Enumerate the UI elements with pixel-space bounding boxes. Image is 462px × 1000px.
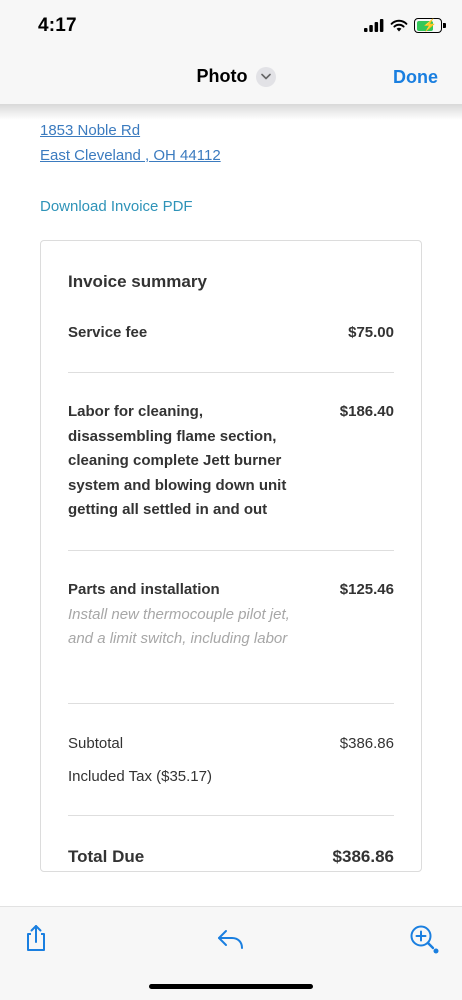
status-time: 4:17: [38, 15, 77, 36]
line-item-description: Install new thermocouple pilot jet, and …: [68, 605, 290, 648]
divider: [68, 372, 394, 373]
home-indicator: [149, 984, 313, 989]
line-item-text: Parts and installation Install new therm…: [68, 578, 308, 652]
download-invoice-link[interactable]: Download Invoice PDF: [40, 198, 193, 215]
line-item-amount: $186.40: [339, 403, 394, 420]
markup-zoom-button[interactable]: [408, 923, 439, 954]
address-line2-link[interactable]: East Cleveland , OH 44112: [40, 147, 221, 164]
invoice-summary-title: Invoice summary: [68, 272, 207, 291]
subtotal-row: Subtotal $386.86: [68, 734, 394, 754]
status-icons: ⚡: [364, 18, 446, 33]
tax-label: Included Tax ($35.17): [68, 768, 212, 785]
divider: [68, 815, 394, 816]
line-item-amount: $75.00: [348, 324, 394, 341]
address-line1-link[interactable]: 1853 Noble Rd: [40, 122, 140, 139]
charging-bolt-icon: ⚡: [422, 18, 437, 32]
divider: [68, 550, 394, 551]
nav-bar: Photo Done: [0, 52, 462, 104]
line-item-label: Service fee: [68, 324, 148, 341]
signal-icon: [364, 19, 384, 32]
divider: [68, 703, 394, 704]
subtotal-label: Subtotal: [68, 735, 124, 752]
top-shadow: [0, 104, 462, 120]
share-button[interactable]: [21, 923, 51, 953]
line-item: Service fee $75.00: [68, 321, 394, 346]
line-item-label: Labor for cleaning, disassembling flame …: [68, 403, 287, 518]
subtotal-amount: $386.86: [339, 735, 394, 752]
photo-content: 1853 Noble Rd East Cleveland , OH 44112 …: [0, 104, 462, 906]
tax-row: Included Tax ($35.17): [68, 767, 394, 787]
line-item: Parts and installation Install new therm…: [68, 578, 394, 652]
line-item-amount: $125.46: [339, 581, 394, 598]
wifi-icon: [390, 19, 408, 32]
line-item-label: Parts and installation: [68, 581, 220, 598]
battery-cap: [443, 23, 446, 28]
reply-button[interactable]: [215, 923, 245, 953]
done-button[interactable]: Done: [393, 67, 438, 88]
share-icon: [27, 925, 45, 951]
battery-icon: ⚡: [414, 18, 446, 33]
invoice-summary-card: Invoice summary Service fee $75.00 Labor…: [40, 240, 422, 872]
status-bar: 4:17 ⚡: [0, 0, 462, 52]
chevron-down-icon[interactable]: [255, 66, 276, 87]
total-amount: $386.86: [332, 847, 394, 866]
markup-zoom-icon: [410, 925, 439, 954]
reply-icon: [218, 930, 243, 949]
line-item: Labor for cleaning, disassembling flame …: [68, 400, 394, 523]
total-label: Total Due: [68, 847, 145, 866]
total-row: Total Due $386.86: [68, 847, 394, 867]
nav-title: Photo: [196, 66, 248, 86]
